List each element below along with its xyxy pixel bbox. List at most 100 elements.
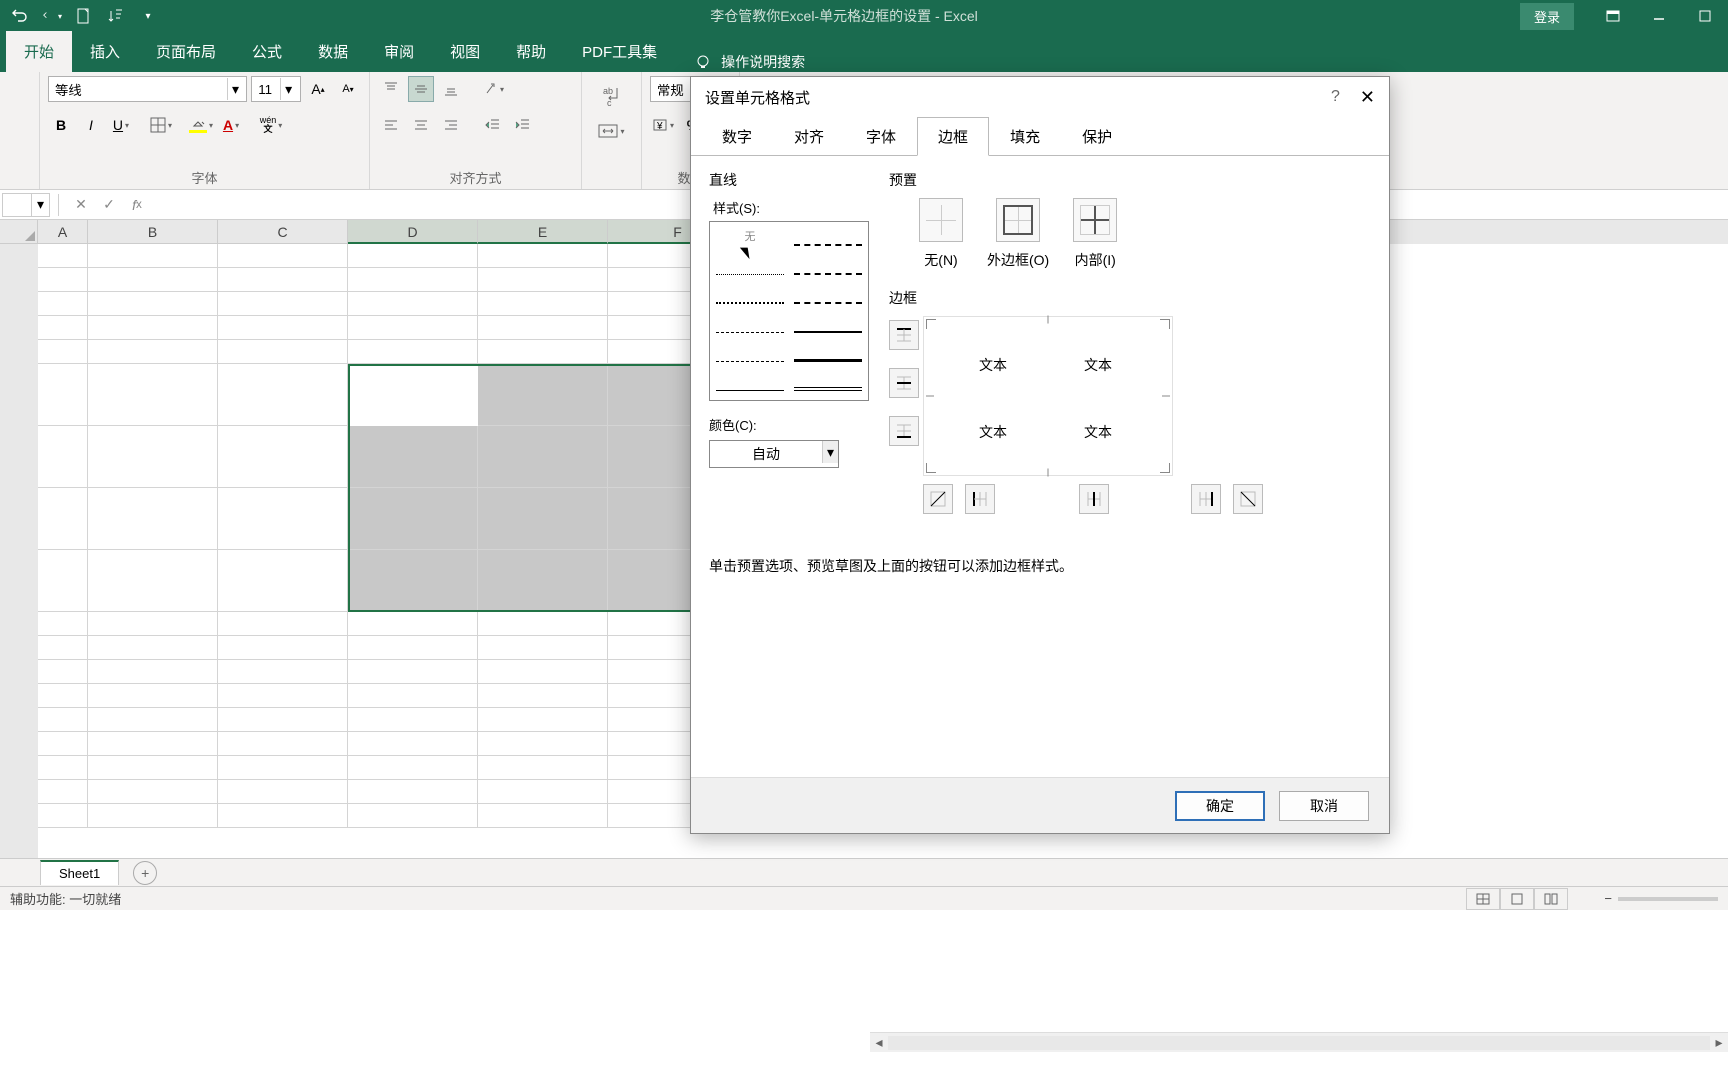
qat-doc-button[interactable]: [72, 4, 96, 28]
col-header-a[interactable]: A: [38, 220, 88, 244]
border-preview[interactable]: 文本 文本 文本 文本: [923, 316, 1173, 476]
font-size-dropdown[interactable]: ▾: [280, 78, 296, 100]
border-top-button[interactable]: [889, 320, 919, 350]
fill-color-button[interactable]: ▾: [188, 112, 214, 138]
align-left-button[interactable]: [378, 112, 404, 138]
maximize-button[interactable]: [1682, 0, 1728, 32]
font-size-combo[interactable]: ▾: [251, 76, 301, 102]
tab-formulas[interactable]: 公式: [234, 31, 300, 72]
preset-outline[interactable]: 外边框(O): [987, 198, 1049, 270]
horizontal-scrollbar[interactable]: ◂ ▸: [870, 1032, 1728, 1052]
qat-customize[interactable]: ▾: [136, 4, 160, 28]
dialog-help-button[interactable]: ?: [1331, 88, 1340, 106]
tab-view[interactable]: 视图: [432, 31, 498, 72]
increase-font-button[interactable]: A▴: [305, 76, 331, 102]
style-dashdot-med[interactable]: [794, 257, 862, 275]
page-break-view-button[interactable]: [1534, 888, 1568, 910]
minimize-button[interactable]: [1636, 0, 1682, 32]
qat-sort-button[interactable]: [104, 4, 128, 28]
border-left-button[interactable]: [965, 484, 995, 514]
font-color-button[interactable]: A▾: [218, 112, 244, 138]
phonetic-button[interactable]: wén文▾: [258, 112, 284, 138]
col-header-b[interactable]: B: [88, 220, 218, 244]
dialog-tab-alignment[interactable]: 对齐: [773, 117, 845, 156]
font-name-dropdown[interactable]: ▾: [227, 78, 243, 100]
style-double[interactable]: [794, 373, 862, 391]
dialog-tab-border[interactable]: 边框: [917, 117, 989, 156]
align-center-button[interactable]: [408, 112, 434, 138]
border-horizontal-button[interactable]: [889, 368, 919, 398]
orientation-button[interactable]: ▾: [480, 76, 506, 102]
col-header-e[interactable]: E: [478, 220, 608, 244]
style-thin[interactable]: [716, 373, 784, 391]
bold-button[interactable]: B: [48, 112, 74, 138]
tell-me-search[interactable]: 操作说明搜索: [721, 52, 805, 72]
scroll-right-button[interactable]: ▸: [1710, 1034, 1728, 1052]
border-vertical-button[interactable]: [1079, 484, 1109, 514]
style-none[interactable]: 无: [716, 228, 784, 246]
sheet-tab-1[interactable]: Sheet1: [40, 860, 119, 885]
redo-button[interactable]: ▾: [40, 4, 64, 28]
tab-data[interactable]: 数据: [300, 31, 366, 72]
preset-inside[interactable]: 内部(I): [1073, 198, 1117, 270]
align-right-button[interactable]: [438, 112, 464, 138]
style-dash-heavy[interactable]: [794, 228, 862, 246]
add-sheet-button[interactable]: +: [133, 861, 157, 885]
increase-indent-button[interactable]: [510, 112, 536, 138]
style-dashdotdot[interactable]: [794, 286, 862, 304]
tab-insert[interactable]: 插入: [72, 31, 138, 72]
align-middle-button[interactable]: [408, 76, 434, 102]
scroll-left-button[interactable]: ◂: [870, 1034, 888, 1052]
preset-none[interactable]: 无(N): [919, 198, 963, 270]
tab-review[interactable]: 审阅: [366, 31, 432, 72]
page-layout-view-button[interactable]: [1500, 888, 1534, 910]
style-dashdot[interactable]: [716, 344, 784, 362]
tab-page-layout[interactable]: 页面布局: [138, 31, 234, 72]
decrease-indent-button[interactable]: [480, 112, 506, 138]
underline-button[interactable]: U▾: [108, 112, 134, 138]
cancel-formula-button[interactable]: ✕: [67, 193, 95, 217]
borders-button[interactable]: ▾: [148, 112, 174, 138]
enter-formula-button[interactable]: ✓: [95, 193, 123, 217]
login-button[interactable]: 登录: [1520, 3, 1574, 30]
undo-button[interactable]: [8, 4, 32, 28]
border-diag-up-button[interactable]: [923, 484, 953, 514]
font-name-input[interactable]: [49, 80, 227, 99]
style-dashed[interactable]: [716, 315, 784, 333]
select-all-button[interactable]: [0, 220, 38, 244]
style-hair[interactable]: [716, 257, 784, 275]
italic-button[interactable]: I: [78, 112, 104, 138]
merge-button[interactable]: ▾: [597, 116, 625, 146]
align-top-button[interactable]: [378, 76, 404, 102]
tab-pdf-tools[interactable]: PDF工具集: [564, 31, 675, 72]
col-header-d[interactable]: D: [348, 220, 478, 244]
ribbon-display-options[interactable]: [1590, 0, 1636, 32]
decrease-font-button[interactable]: A▾: [335, 76, 361, 102]
style-dotted[interactable]: [716, 286, 784, 304]
dialog-tab-font[interactable]: 字体: [845, 117, 917, 156]
zoom-slider[interactable]: [1618, 897, 1718, 901]
align-bottom-button[interactable]: [438, 76, 464, 102]
zoom-out-button[interactable]: −: [1604, 891, 1612, 906]
name-box-dropdown[interactable]: ▾: [31, 194, 49, 216]
dialog-tab-number[interactable]: 数字: [701, 117, 773, 156]
insert-function-button[interactable]: fx: [123, 193, 151, 217]
dialog-tab-fill[interactable]: 填充: [989, 117, 1061, 156]
font-name-combo[interactable]: ▾: [48, 76, 247, 102]
style-medium[interactable]: [794, 315, 862, 333]
col-header-c[interactable]: C: [218, 220, 348, 244]
border-right-button[interactable]: [1191, 484, 1221, 514]
wrap-text-button[interactable]: abc: [598, 78, 624, 114]
color-dropdown[interactable]: ▾: [822, 441, 838, 463]
name-box[interactable]: ▾: [2, 193, 50, 217]
dialog-close-button[interactable]: ✕: [1360, 87, 1375, 108]
cancel-button[interactable]: 取消: [1279, 791, 1369, 821]
accounting-format-button[interactable]: ¥▾: [650, 112, 676, 138]
dialog-tab-protection[interactable]: 保护: [1061, 117, 1133, 156]
border-bottom-button[interactable]: [889, 416, 919, 446]
border-diag-down-button[interactable]: [1233, 484, 1263, 514]
ok-button[interactable]: 确定: [1175, 791, 1265, 821]
font-size-input[interactable]: [252, 80, 280, 99]
tab-help[interactable]: 帮助: [498, 31, 564, 72]
normal-view-button[interactable]: [1466, 888, 1500, 910]
